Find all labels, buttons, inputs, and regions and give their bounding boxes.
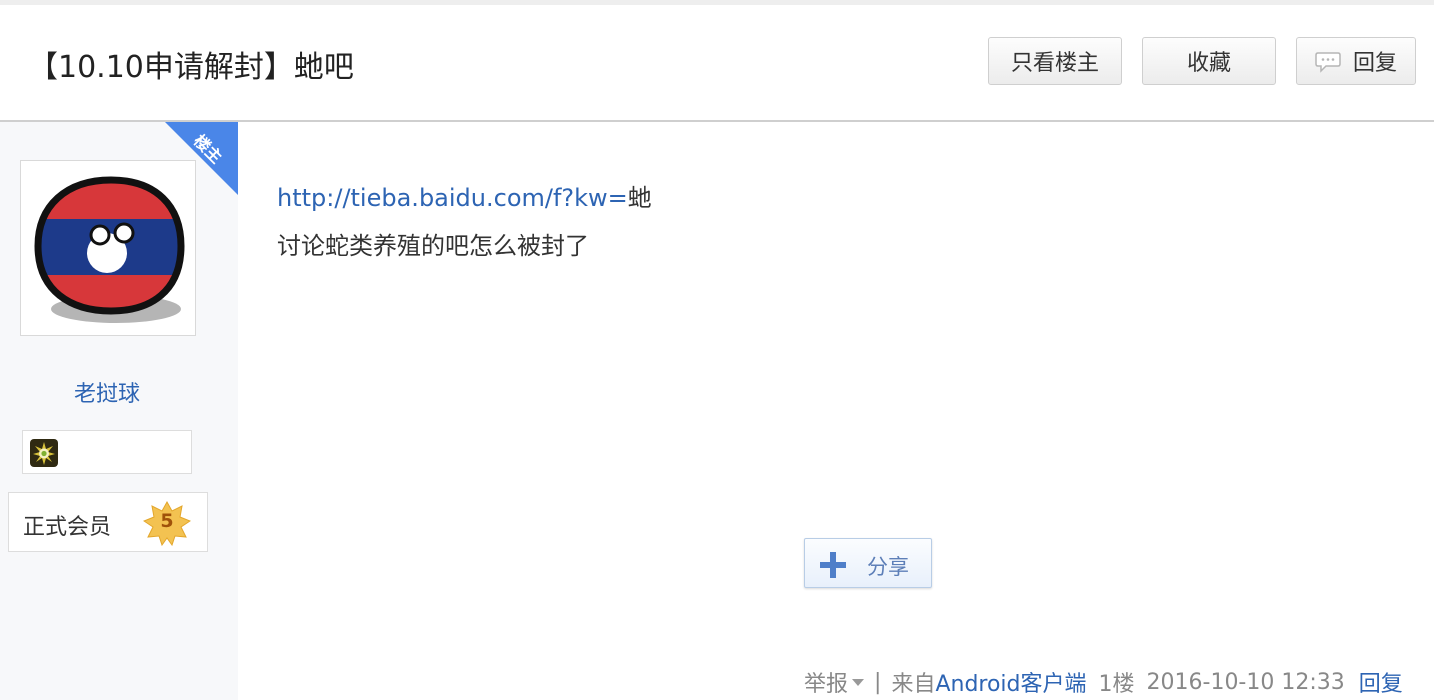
author-username[interactable]: 老挝球 <box>0 376 214 408</box>
post-link[interactable]: http://tieba.baidu.com/f?kw=虵 <box>277 178 652 213</box>
floor-number: 1楼 <box>1098 672 1135 697</box>
favorite-button[interactable]: 收藏 <box>1142 37 1276 85</box>
plus-icon <box>819 551 847 579</box>
speech-bubble-icon <box>1315 51 1341 73</box>
level-star-icon[interactable]: 5 <box>142 500 192 547</box>
share-label: 分享 <box>867 555 909 579</box>
footer-separator: | <box>874 669 882 695</box>
post-body-text: 讨论蛇类养殖的吧怎么被封了 <box>277 232 589 260</box>
only-op-button[interactable]: 只看楼主 <box>988 37 1122 85</box>
share-button[interactable]: 分享 <box>804 538 932 588</box>
caret-down-icon[interactable] <box>852 678 865 686</box>
level-number: 5 <box>160 510 174 532</box>
member-level-box: 正式会员 5 <box>8 492 208 552</box>
footer-reply-link[interactable]: 回复 <box>1359 666 1403 698</box>
reply-button[interactable]: 回复 <box>1296 37 1416 85</box>
report-link[interactable]: 举报 <box>804 666 848 698</box>
thread-header: 【10.10申请解封】虵吧 只看楼主 收藏 回复 <box>0 5 1434 122</box>
reply-label: 回复 <box>1352 51 1397 76</box>
post-footer: 举报 | 来自 Android客户端 1楼 2016-10-10 12:33 回… <box>804 666 1403 698</box>
post-link-tail: 虵 <box>627 184 652 212</box>
source-prefix: 来自 <box>891 672 936 697</box>
honor-badge-box <box>22 430 192 474</box>
laos-countryball-icon <box>34 176 185 323</box>
sun-medal-icon[interactable] <box>30 439 58 467</box>
favorite-label: 收藏 <box>1186 51 1231 76</box>
only-op-label: 只看楼主 <box>1010 51 1099 76</box>
thread-title: 【10.10申请解封】虵吧 <box>28 50 354 85</box>
member-status-label: 正式会员 <box>23 515 112 540</box>
post-timestamp: 2016-10-10 12:33 <box>1146 669 1345 695</box>
post-link-url[interactable]: http://tieba.baidu.com/f?kw= <box>277 184 628 212</box>
source-client-link[interactable]: Android客户端 <box>935 666 1086 698</box>
avatar[interactable] <box>20 160 196 336</box>
